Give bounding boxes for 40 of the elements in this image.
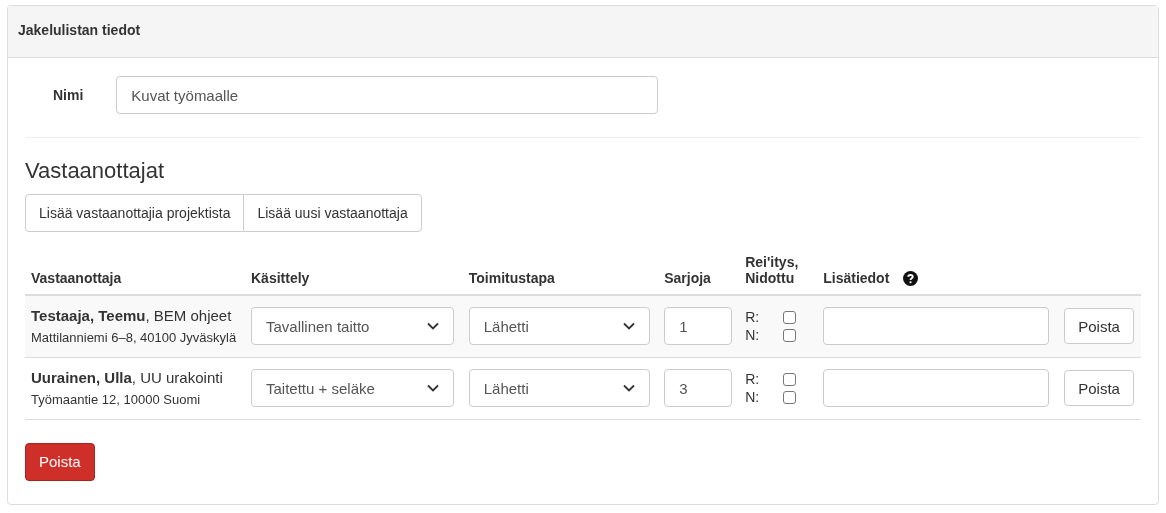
notes-field[interactable] xyxy=(823,369,1050,408)
chevron-down-icon xyxy=(622,322,635,331)
delete-row-button[interactable]: Poista xyxy=(1064,308,1134,345)
delivery-dropdown[interactable]: Lähetti xyxy=(468,307,650,346)
add-recipient-button[interactable]: Lisää vastaanottajia projektista xyxy=(25,194,245,232)
handling-dropdown[interactable]: Tavallinen taitto xyxy=(251,307,454,346)
chevron-down-icon xyxy=(622,384,635,393)
recipient-name: Testaaja, Teemu, BEM ohjeet xyxy=(31,306,233,326)
add-recipient-button[interactable]: Lisää uusi vastaanottaja xyxy=(243,194,422,232)
notes-field[interactable] xyxy=(823,307,1050,346)
delete-button[interactable]: Poista xyxy=(25,442,95,481)
name-label: Nimi xyxy=(53,87,84,103)
chevron-down-icon xyxy=(427,322,439,331)
panel-title: Jakelulistan tiedot xyxy=(18,22,141,38)
chevron-down-icon xyxy=(427,384,439,393)
recipient-name: Uurainen, Ulla, UU urakointi xyxy=(31,367,224,388)
bound-checkbox[interactable] xyxy=(782,328,796,342)
sets-field[interactable]: 1 xyxy=(664,307,733,346)
checkbox-label: R: xyxy=(745,309,761,326)
column-header: Vastaanottaja xyxy=(31,270,122,286)
column-header: Sarjoja xyxy=(664,270,711,286)
checkbox-label: N: xyxy=(745,327,761,344)
punched-checkbox[interactable] xyxy=(782,310,796,324)
recipient-address: Työmaantie 12, 10000 Suomi xyxy=(31,390,202,409)
handling-dropdown[interactable]: Taitettu + seläke xyxy=(251,369,454,408)
column-header: Käsittely xyxy=(251,270,310,286)
checkbox-label: N: xyxy=(745,389,761,406)
column-header: Toimitustapa xyxy=(468,270,555,286)
section-heading: Vastaanottajat xyxy=(25,158,166,184)
delivery-dropdown[interactable]: Lähetti xyxy=(468,369,650,408)
help-icon[interactable] xyxy=(903,270,919,286)
column-header: Rei'itys, Nidottu xyxy=(745,254,799,286)
column-header: Lisätiedot xyxy=(823,270,890,286)
name-field[interactable]: Kuvat työmaalle xyxy=(116,76,659,114)
delete-row-button[interactable]: Poista xyxy=(1064,370,1134,407)
punched-checkbox[interactable] xyxy=(782,372,796,386)
checkbox-label: R: xyxy=(745,371,761,388)
bound-checkbox[interactable] xyxy=(782,390,796,404)
recipient-address: Mattilanniemi 6–8, 40100 Jyväskylä xyxy=(31,329,238,347)
sets-field[interactable]: 3 xyxy=(664,369,733,408)
